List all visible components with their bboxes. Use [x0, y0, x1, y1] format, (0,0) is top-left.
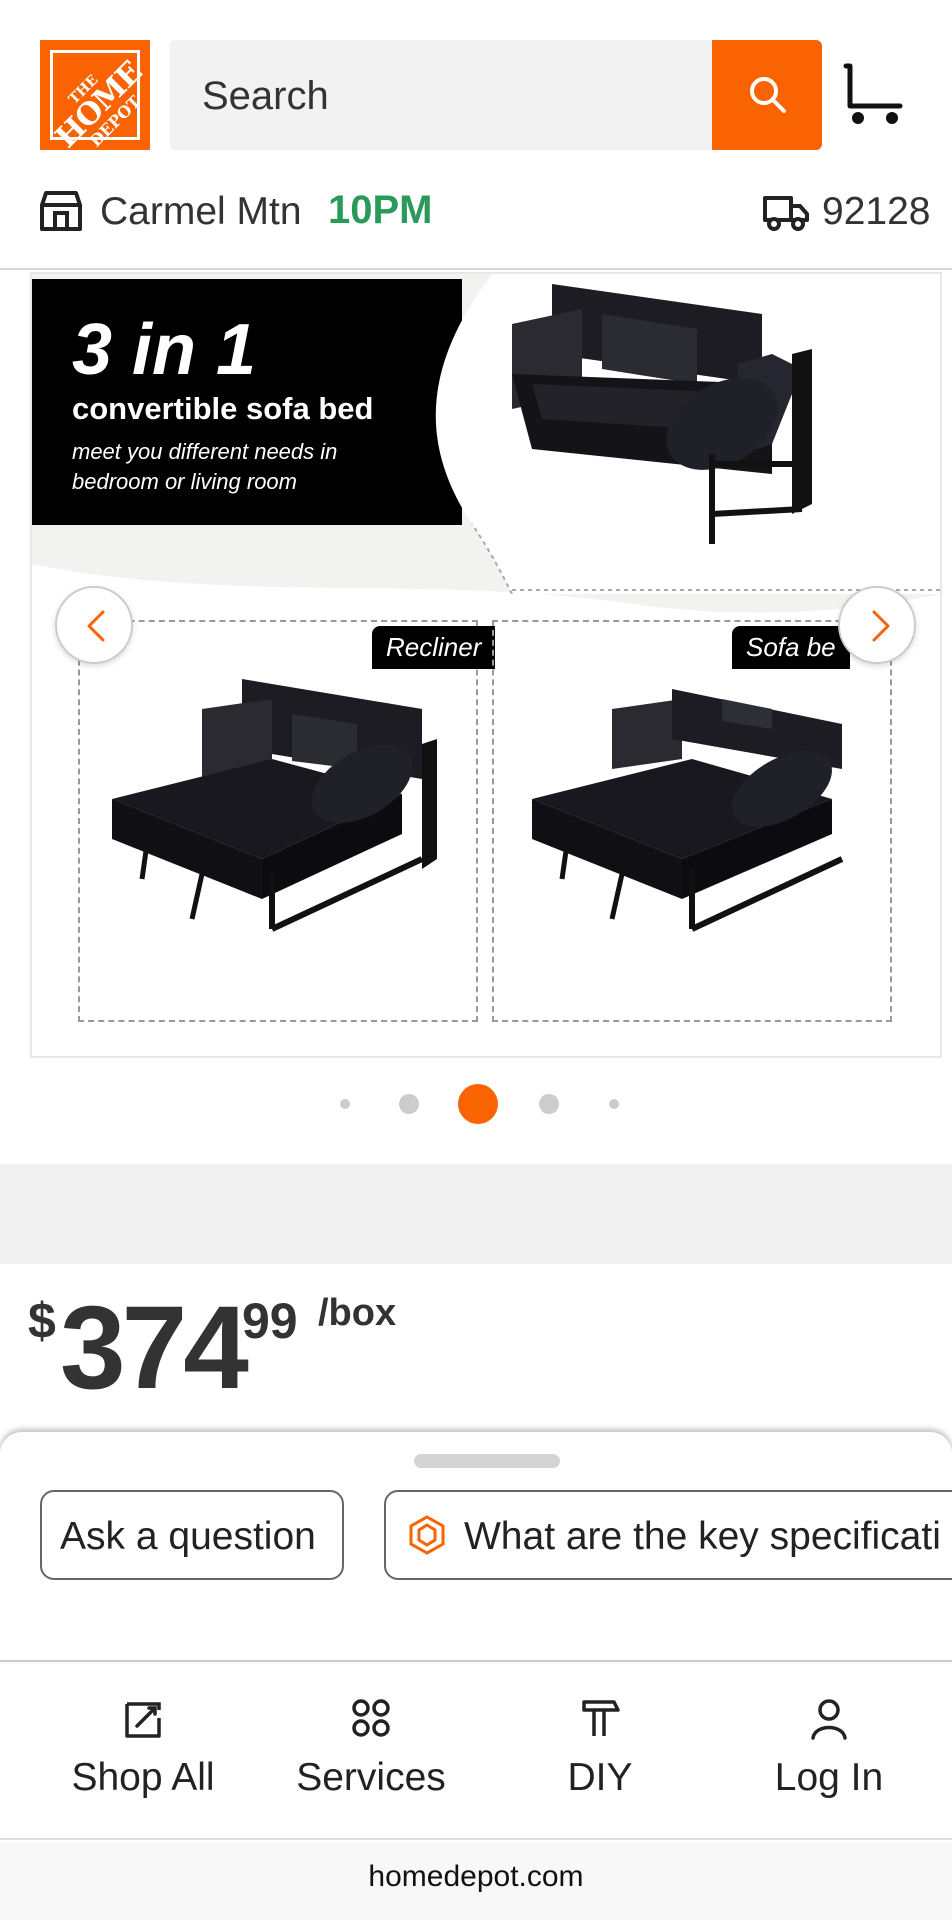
nav-diy[interactable]: DIY — [481, 1664, 719, 1840]
price-currency: $ — [28, 1293, 56, 1349]
promo-headline: 3 in 1 — [72, 310, 257, 390]
store-row[interactable]: Carmel Mtn 10PM 92128 — [0, 180, 952, 270]
sofa-bed-tag: Sofa be — [732, 626, 850, 669]
promo-tagline: meet you different needs in bedroom or l… — [72, 439, 338, 494]
carousel-dot-active[interactable] — [458, 1084, 498, 1124]
cart-icon — [843, 63, 903, 124]
nav-log-in[interactable]: Log In — [710, 1664, 948, 1840]
section-divider — [0, 1164, 952, 1264]
price-unit: /box — [318, 1292, 397, 1334]
header: THE HOME DEPOT Search — [0, 0, 952, 150]
price-dollars: 374 — [60, 1282, 249, 1414]
nav-label: DIY — [567, 1756, 633, 1799]
store-hours: 10PM — [328, 188, 433, 232]
recliner-tag: Recliner — [372, 626, 496, 669]
sofa-image-recliner — [112, 679, 437, 932]
key-specifications-chip[interactable]: What are the key specificati — [384, 1490, 952, 1580]
ask-question-chip[interactable]: Ask a question — [40, 1490, 344, 1580]
carousel-next-button[interactable] — [838, 586, 916, 664]
product-gallery: 3 in 1 convertible sofa bed meet you dif… — [0, 272, 952, 1164]
sofa-image-top — [512, 284, 812, 544]
truck-icon — [763, 196, 809, 231]
carousel-dot[interactable] — [399, 1094, 419, 1114]
store-icon — [40, 191, 82, 231]
url-text: homedepot.com — [368, 1860, 584, 1893]
bottom-nav: Shop All Services DIY Log In — [0, 1664, 952, 1840]
price-cents: 99 — [242, 1293, 298, 1349]
user-icon — [811, 1699, 847, 1740]
delivery-zip[interactable]: 92128 — [822, 190, 930, 234]
page: THE HOME DEPOT Search Carmel Mtn 10PM 92… — [0, 0, 952, 1920]
promo-banner: 3 in 1 convertible sofa bed meet you dif… — [32, 279, 462, 525]
search-input[interactable]: Search — [170, 40, 712, 150]
carousel-dot[interactable] — [539, 1094, 559, 1114]
search-placeholder: Search — [202, 74, 329, 118]
product-image[interactable]: 3 in 1 convertible sofa bed meet you dif… — [30, 272, 942, 1058]
chevron-left-icon — [87, 610, 105, 642]
shop-all-icon — [125, 1702, 161, 1738]
assistant-sheet: Ask a question What are the key specific… — [0, 1432, 952, 1662]
sofa-image-bed — [532, 689, 844, 932]
carousel-dot[interactable] — [609, 1099, 619, 1109]
chevron-right-icon — [872, 610, 890, 642]
cart-button[interactable] — [840, 62, 906, 133]
carousel-prev-button[interactable] — [55, 586, 133, 664]
services-icon — [352, 1699, 390, 1737]
sheet-handle[interactable] — [414, 1454, 560, 1468]
chip-label: Ask a question — [60, 1515, 316, 1558]
carousel-dots — [0, 1082, 952, 1124]
nav-label: Services — [296, 1756, 446, 1799]
nav-label: Log In — [774, 1756, 884, 1799]
nav-services[interactable]: Services — [252, 1664, 490, 1840]
search-button[interactable] — [712, 40, 822, 150]
home-depot-logo[interactable]: THE HOME DEPOT — [40, 40, 150, 150]
hammer-icon — [582, 1700, 620, 1736]
promo-subheadline: convertible sofa bed — [72, 391, 374, 426]
search-icon — [750, 77, 786, 113]
carousel-dot[interactable] — [340, 1099, 350, 1109]
magic-apron-icon — [409, 1515, 445, 1555]
chip-label: What are the key specificati — [464, 1515, 941, 1558]
store-name[interactable]: Carmel Mtn — [100, 190, 302, 234]
browser-url-bar[interactable]: homedepot.com — [0, 1842, 952, 1920]
nav-label: Shop All — [71, 1756, 215, 1799]
nav-shop-all[interactable]: Shop All — [24, 1664, 262, 1840]
